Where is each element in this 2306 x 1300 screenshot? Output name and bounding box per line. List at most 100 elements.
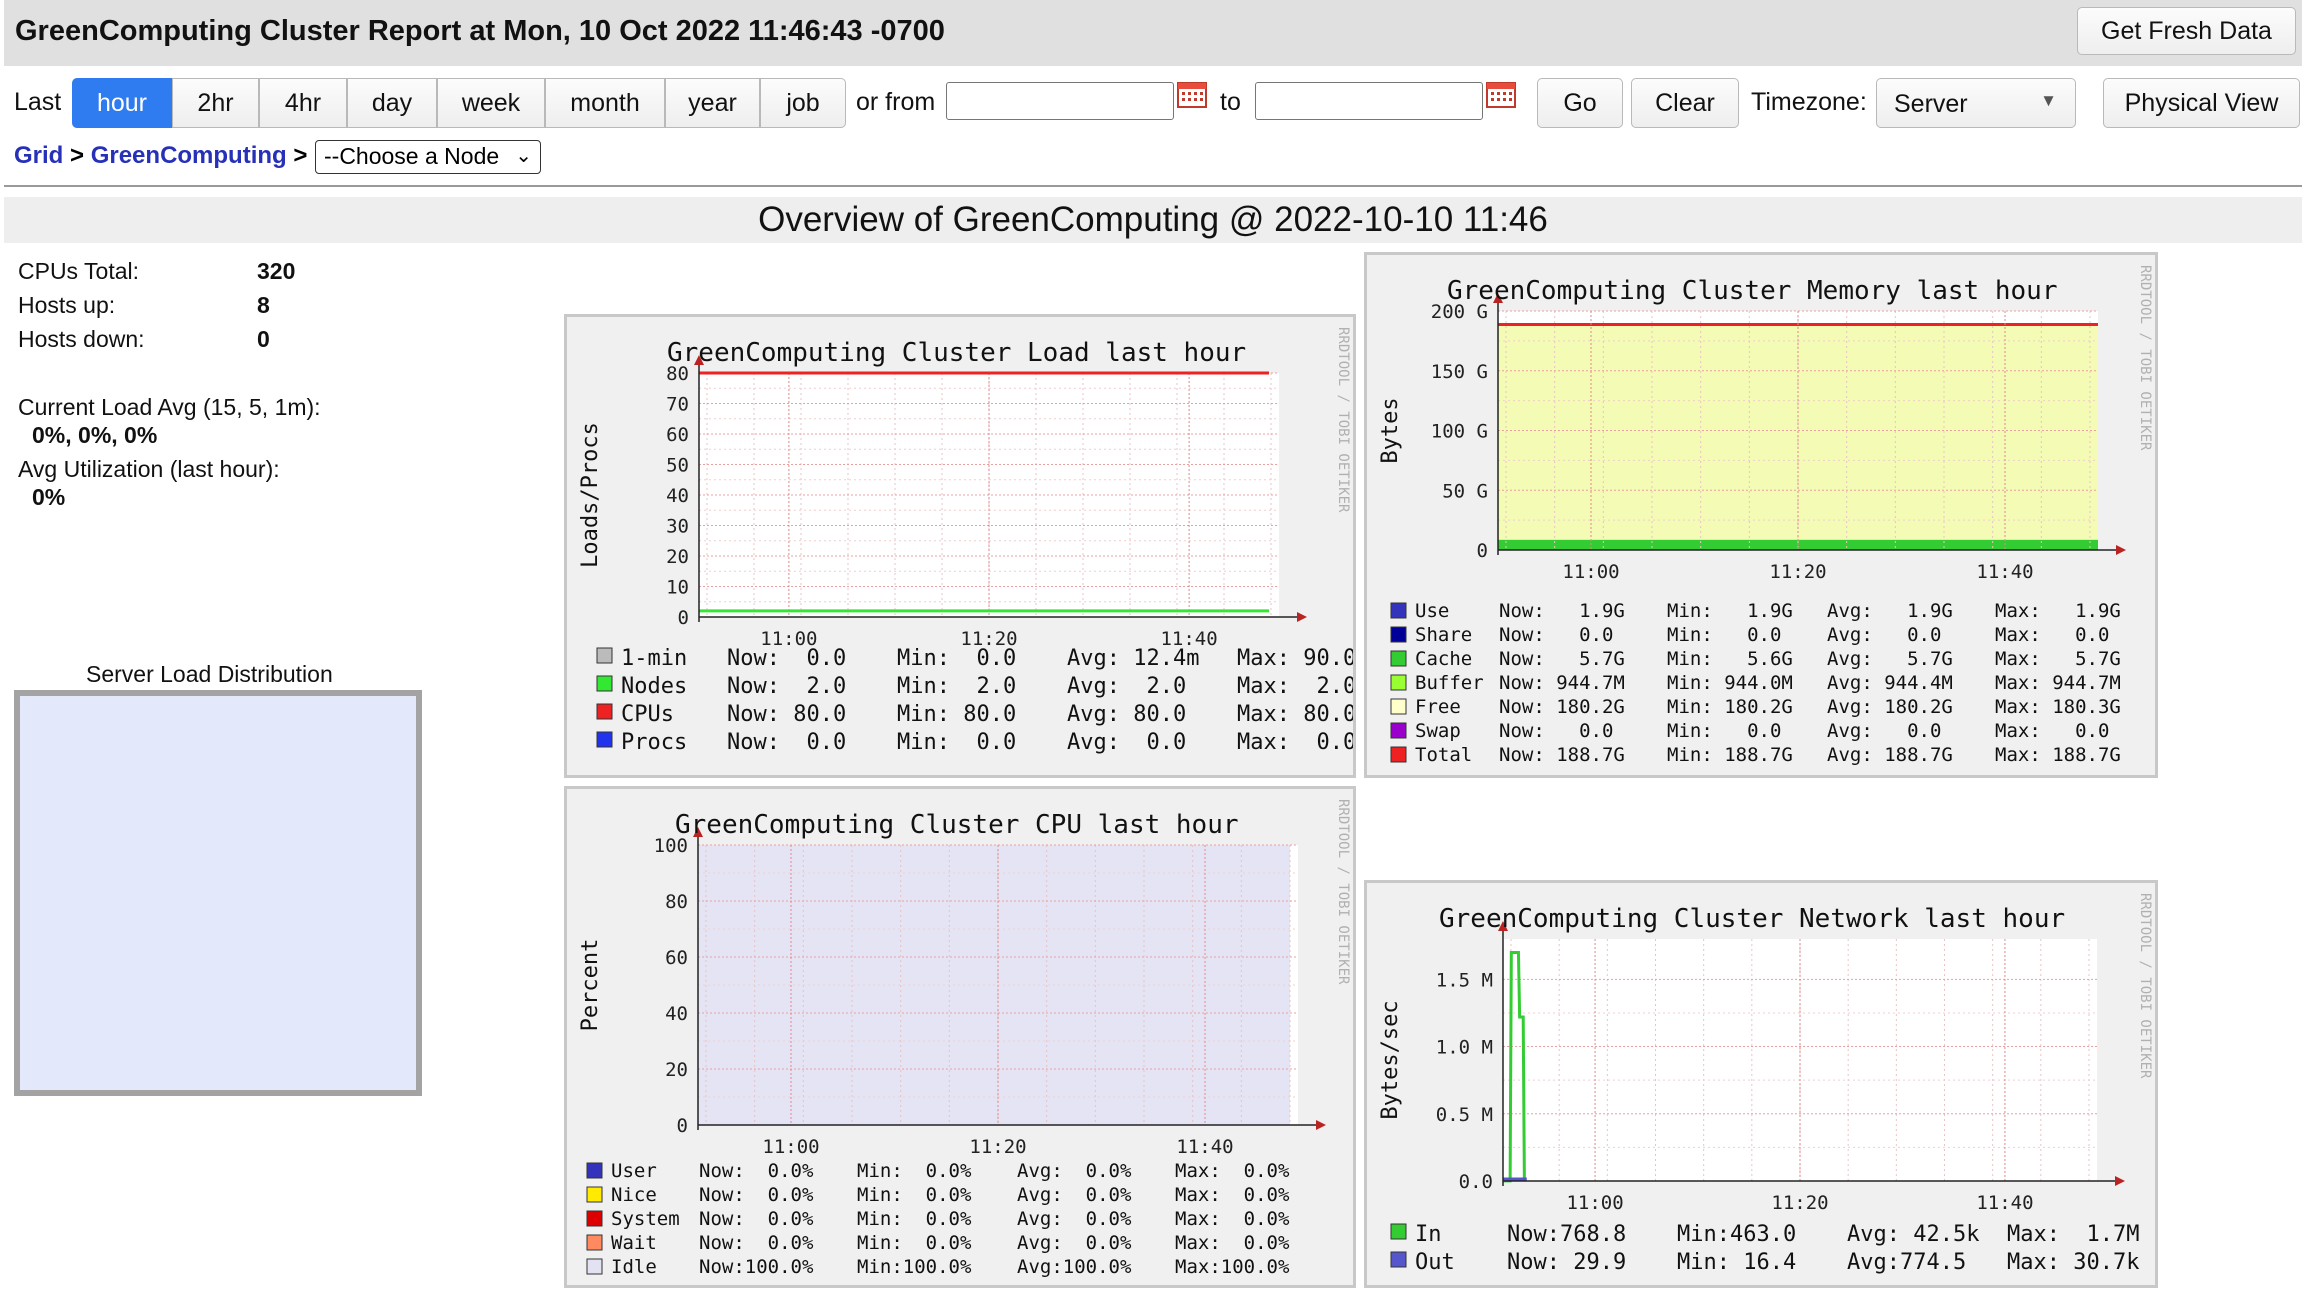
calendar-icon[interactable]: [1486, 80, 1516, 108]
graph-title: GreenComputing Cluster Load last hour: [667, 338, 1246, 368]
legend-min: Min: 1.9G: [1667, 600, 1793, 622]
hosts-down-value: 0: [257, 326, 270, 352]
legend-name: Out: [1415, 1250, 1455, 1275]
x-tick-label: 11:00: [762, 1136, 819, 1158]
legend-avg: Avg: 2.0: [1067, 674, 1186, 699]
legend-name: Idle: [611, 1256, 657, 1278]
legend-avg: Avg:774.5: [1847, 1250, 1966, 1275]
legend-max: Max: 0.0%: [1175, 1160, 1290, 1182]
range-2hr-button[interactable]: 2hr: [172, 78, 259, 128]
y-axis-label: Percent: [578, 939, 603, 1032]
breadcrumb-grid-link[interactable]: Grid: [14, 142, 63, 169]
range-day-button[interactable]: day: [347, 78, 437, 128]
legend-max: Max: 0.0: [1237, 730, 1353, 755]
legend-min: Min: 188.7G: [1667, 744, 1793, 766]
legend-min: Min: 5.6G: [1667, 648, 1793, 670]
legend-max: Max: 180.3G: [1995, 696, 2121, 718]
range-hour-button[interactable]: hour: [72, 78, 172, 128]
legend-avg: Avg: 188.7G: [1827, 744, 1953, 766]
cpu-graph[interactable]: 0 20 40 60 80 100 11:00 11:20 11:40 GreenComputin…: [564, 786, 1356, 1288]
y-tick-label: 50 G: [1442, 480, 1488, 502]
legend-max: Max: 80.0: [1237, 702, 1353, 727]
memory-graph[interactable]: 0 50 G 100 G 150 G 200 G 11:00 11:20 11:40 Green…: [1364, 252, 2158, 778]
legend-avg: Avg: 0.0%: [1017, 1232, 1132, 1254]
legend-now: Now: 188.7G: [1499, 744, 1625, 766]
legend-swatch: [596, 675, 613, 692]
legend-swatch: [596, 647, 613, 664]
physical-view-button[interactable]: Physical View: [2103, 78, 2300, 128]
legend-now: Now: 0.0: [727, 730, 846, 755]
load-graph[interactable]: 0 10 20 30 40 50 60 70 80 11:00 11:20 11:40 GreenCom…: [564, 314, 1356, 778]
range-selector: hour 2hr 4hr day week month year job: [72, 78, 846, 128]
legend-swatch: [586, 1186, 603, 1203]
y-tick-label: 0: [677, 1115, 688, 1137]
report-header: GreenComputing Cluster Report at Mon, 10…: [4, 0, 2302, 66]
breadcrumb-cluster-link[interactable]: GreenComputing: [91, 142, 287, 169]
y-tick-label: 80: [665, 891, 688, 913]
y-tick-label: 70: [666, 394, 689, 416]
legend-now: Now: 0.0%: [699, 1208, 814, 1230]
from-date-input[interactable]: [946, 82, 1174, 120]
legend-swatch: [1390, 746, 1407, 763]
legend-swatch: [596, 703, 613, 720]
legend-name: CPUs: [621, 702, 674, 727]
legend-min: Min: 0.0%: [857, 1232, 972, 1254]
cpus-total-value: 320: [257, 258, 296, 284]
legend-name: Wait: [611, 1232, 657, 1254]
legend-min: Min: 0.0%: [857, 1160, 972, 1182]
hosts-up-label: Hosts up:: [18, 292, 116, 318]
legend-avg: Avg: 0.0%: [1017, 1184, 1132, 1206]
timezone-value: Server: [1894, 90, 1968, 118]
breadcrumb-separator: >: [70, 142, 85, 169]
cpus-total-label: CPUs Total:: [18, 258, 140, 284]
legend-swatch: [586, 1258, 603, 1275]
y-tick-label: 20: [666, 546, 689, 568]
legend-swatch: [1390, 674, 1407, 691]
legend-avg: Avg: 1.9G: [1827, 600, 1953, 622]
divider: [4, 185, 2302, 187]
legend-swatch: [586, 1234, 603, 1251]
network-graph[interactable]: 0.0 0.5 M 1.0 M 1.5 M 11:00 11:20 11:40 GreenCo…: [1364, 880, 2158, 1288]
legend-min: Min: 2.0: [897, 674, 1016, 699]
legend-min: Min: 0.0: [1667, 624, 1781, 646]
legend-avg: Avg: 0.0: [1827, 624, 1941, 646]
graph-title: GreenComputing Cluster CPU last hour: [675, 810, 1239, 840]
legend-swatch: [1390, 1223, 1407, 1240]
node-select[interactable]: --Choose a Node ⌄: [315, 140, 541, 174]
legend-swatch: [1390, 722, 1407, 739]
go-button[interactable]: Go: [1537, 78, 1623, 128]
range-year-button[interactable]: year: [665, 78, 760, 128]
legend-max: Max: 90.0: [1237, 646, 1353, 671]
graph-title: GreenComputing Cluster Memory last hour: [1447, 276, 2057, 306]
x-tick-label: 11:40: [1976, 561, 2033, 583]
y-tick-label: 0: [678, 607, 689, 629]
legend-avg: Avg: 0.0: [1067, 730, 1186, 755]
calendar-icon[interactable]: [1177, 80, 1207, 108]
legend-avg: Avg:100.0%: [1017, 1256, 1132, 1278]
get-fresh-data-button[interactable]: Get Fresh Data: [2077, 7, 2296, 55]
legend-max: Max: 944.7M: [1995, 672, 2121, 694]
timezone-select[interactable]: Server ▼: [1876, 78, 2076, 128]
range-job-button[interactable]: job: [760, 78, 846, 128]
network-graph-svg: 0.0 0.5 M 1.0 M 1.5 M 11:00 11:20 11:40 GreenCo…: [1378, 893, 2153, 1275]
server-load-distribution-chart: [14, 690, 422, 1096]
clear-button[interactable]: Clear: [1631, 78, 1739, 128]
legend-max: Max: 5.7G: [1995, 648, 2121, 670]
range-month-button[interactable]: month: [545, 78, 665, 128]
x-tick-label: 11:20: [969, 1136, 1026, 1158]
to-date-input[interactable]: [1255, 82, 1483, 120]
legend-avg: Avg: 5.7G: [1827, 648, 1953, 670]
legend-name: Nodes: [621, 674, 687, 699]
y-tick-label: 150 G: [1431, 361, 1488, 383]
range-4hr-button[interactable]: 4hr: [259, 78, 347, 128]
legend-now: Now: 80.0: [727, 702, 846, 727]
legend-now: Now:768.8: [1507, 1222, 1626, 1247]
dropdown-arrow-icon: ▼: [2040, 91, 2057, 110]
legend-name: Buffer: [1415, 672, 1484, 694]
range-week-button[interactable]: week: [437, 78, 545, 128]
legend-name: User: [611, 1160, 657, 1182]
legend-avg: Avg: 80.0: [1067, 702, 1186, 727]
legend-min: Min: 0.0: [897, 730, 1016, 755]
rrdtool-watermark: RRDTOOL / TOBI OETIKER: [1335, 327, 1351, 513]
chevron-down-icon: ⌄: [515, 145, 532, 167]
